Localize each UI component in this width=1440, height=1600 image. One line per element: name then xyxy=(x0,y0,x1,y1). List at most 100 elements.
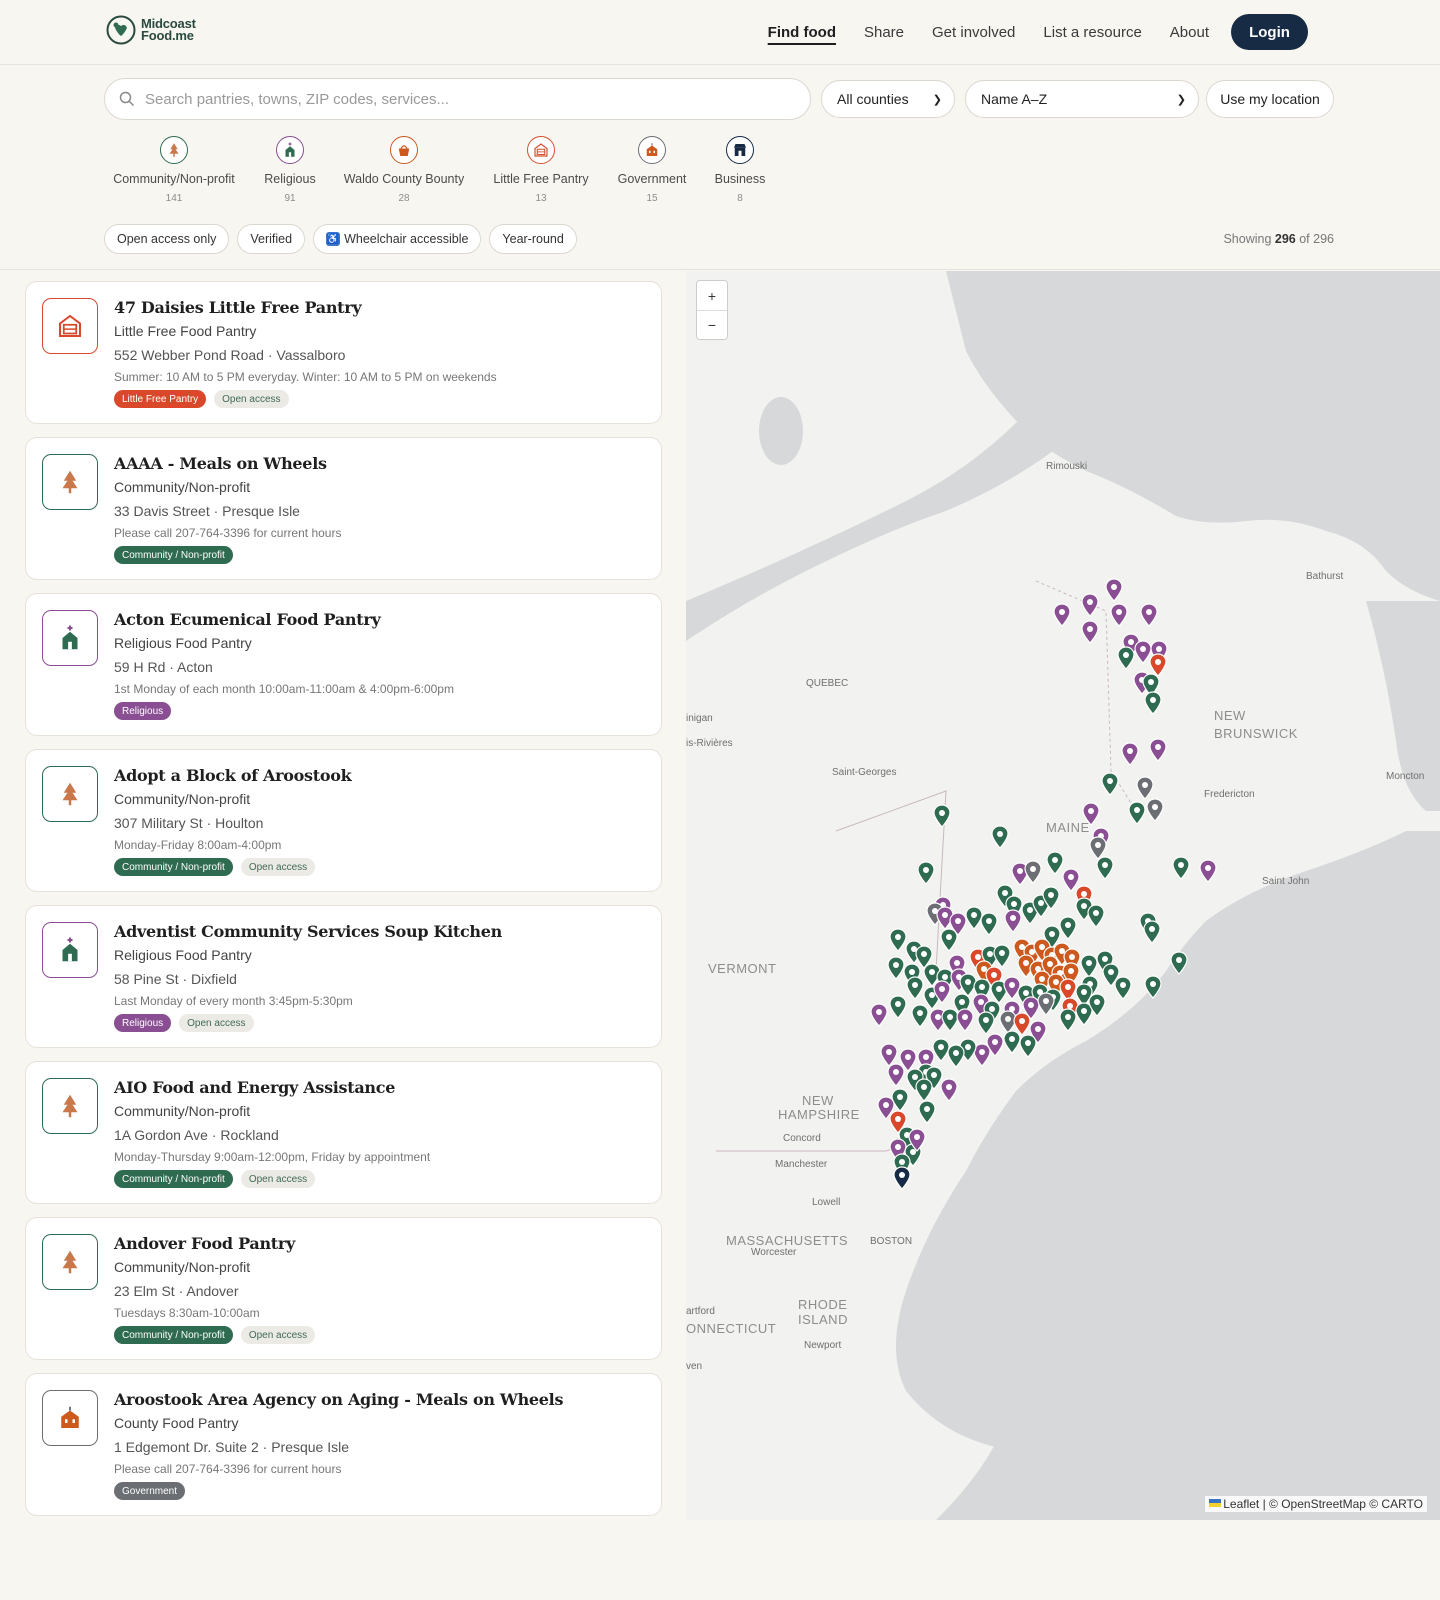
map-pin[interactable] xyxy=(870,1003,888,1027)
map-pin[interactable] xyxy=(1117,646,1135,670)
listing-card[interactable]: Acton Ecumenical Food Pantry Religious F… xyxy=(25,593,662,736)
map-pin[interactable] xyxy=(889,995,907,1019)
map-pin[interactable] xyxy=(1037,992,1055,1016)
listing-card[interactable]: Andover Food Pantry Community/Non-profit… xyxy=(25,1217,662,1360)
county-select[interactable]: All counties ❯ xyxy=(821,80,955,118)
map-pin[interactable] xyxy=(1144,975,1162,999)
map-pin[interactable] xyxy=(891,1088,909,1112)
map-panel[interactable]: Rimouski Bathurst QUEBEC NEW BRUNSWICK inigan… xyxy=(686,271,1440,1520)
chip-open-access[interactable]: Open access only xyxy=(104,224,230,254)
category-filter-business[interactable]: Business 8 xyxy=(670,136,810,204)
map-pin[interactable] xyxy=(932,1038,950,1062)
map-pin[interactable] xyxy=(1053,603,1071,627)
nav-about[interactable]: About xyxy=(1170,20,1209,45)
map-pin[interactable] xyxy=(1146,798,1164,822)
nav-share[interactable]: Share xyxy=(864,20,904,45)
map-pin[interactable] xyxy=(1062,868,1080,892)
listing-card[interactable]: Adopt a Block of Aroostook Community/Non… xyxy=(25,749,662,892)
nav-get-involved[interactable]: Get involved xyxy=(932,20,1015,45)
listing-name[interactable]: 47 Daisies Little Free Pantry xyxy=(114,298,362,317)
map-pin[interactable] xyxy=(977,1011,995,1035)
map-pin[interactable] xyxy=(1082,802,1100,826)
map-pin[interactable] xyxy=(1121,742,1139,766)
search-input[interactable] xyxy=(145,90,745,108)
map-pin[interactable] xyxy=(1080,954,1098,978)
map-pin[interactable] xyxy=(1143,920,1161,944)
listing-name[interactable]: Adventist Community Services Soup Kitche… xyxy=(114,922,502,941)
map-pin[interactable] xyxy=(991,825,1009,849)
map-pin[interactable] xyxy=(1114,976,1132,1000)
map-pin[interactable] xyxy=(947,1044,965,1068)
map-pin[interactable] xyxy=(1096,856,1114,880)
map-pin[interactable] xyxy=(993,944,1011,968)
map-pin[interactable] xyxy=(911,1004,929,1028)
listing-name[interactable]: AIO Food and Energy Assistance xyxy=(114,1078,395,1097)
map-pin[interactable] xyxy=(1081,593,1099,617)
map-pin[interactable] xyxy=(1101,772,1119,796)
map-pin[interactable] xyxy=(1059,1008,1077,1032)
map-pin[interactable] xyxy=(1110,603,1128,627)
listing-name[interactable]: Andover Food Pantry xyxy=(114,1234,295,1253)
map-pin[interactable] xyxy=(1089,836,1107,860)
use-location-button[interactable]: Use my location xyxy=(1206,80,1334,118)
map-pin[interactable] xyxy=(941,1008,959,1032)
map-pin[interactable] xyxy=(1144,691,1162,715)
sort-select[interactable]: Name A–Z ❯ xyxy=(965,80,1199,118)
map-pin[interactable] xyxy=(1087,904,1105,928)
map-pin[interactable] xyxy=(918,1100,936,1124)
map-pin[interactable] xyxy=(1128,801,1146,825)
chip-year-round[interactable]: Year-round xyxy=(489,224,577,254)
map-pin[interactable] xyxy=(880,1043,898,1067)
map-pin[interactable] xyxy=(1170,951,1188,975)
map-pin[interactable] xyxy=(1003,1030,1021,1054)
map-pin[interactable] xyxy=(1149,653,1167,677)
search-box[interactable] xyxy=(104,78,811,120)
map-pin[interactable] xyxy=(940,1078,958,1102)
listing-name[interactable]: Aroostook Area Agency on Aging - Meals o… xyxy=(114,1390,563,1409)
nav-list-resource[interactable]: List a resource xyxy=(1043,20,1141,45)
listing-name[interactable]: Acton Ecumenical Food Pantry xyxy=(114,610,381,629)
map-pin[interactable] xyxy=(1172,856,1190,880)
nav-find-food[interactable]: Find food xyxy=(768,20,836,45)
site-logo[interactable]: Midcoast Food.me xyxy=(106,15,196,45)
map-pin[interactable] xyxy=(889,928,907,952)
listing-address: 33 Davis Street · Presque Isle xyxy=(114,503,300,519)
map-pin[interactable] xyxy=(1024,860,1042,884)
map-pin[interactable] xyxy=(1105,578,1123,602)
map-pin[interactable] xyxy=(1019,1034,1037,1058)
listing-name[interactable]: Adopt a Block of Aroostook xyxy=(114,766,352,785)
chip-verified[interactable]: Verified xyxy=(237,224,306,254)
chip-wheelchair[interactable]: ♿ Wheelchair accessible xyxy=(313,224,482,254)
map-pin[interactable] xyxy=(933,804,951,828)
map-pin[interactable] xyxy=(915,1078,933,1102)
map-pin[interactable] xyxy=(1059,916,1077,940)
map-pin[interactable] xyxy=(887,956,905,980)
map-pin[interactable] xyxy=(1046,851,1064,875)
category-filter-waldo-county-bounty[interactable]: Waldo County Bounty 28 xyxy=(334,136,474,204)
map-pin[interactable] xyxy=(956,1008,974,1032)
listing-card[interactable]: AIO Food and Energy Assistance Community… xyxy=(25,1061,662,1204)
zoom-in-button[interactable]: + xyxy=(697,281,727,310)
map-pin[interactable] xyxy=(980,912,998,936)
map-pin[interactable] xyxy=(1003,976,1021,1000)
map-pin[interactable] xyxy=(1004,909,1022,933)
listing-card[interactable]: 47 Daisies Little Free Pantry Little Fre… xyxy=(25,281,662,424)
map-pin[interactable] xyxy=(1134,640,1152,664)
listing-card[interactable]: Aroostook Area Agency on Aging - Meals o… xyxy=(25,1373,662,1516)
map-pin[interactable] xyxy=(1199,859,1217,883)
listing-name[interactable]: AAAA - Meals on Wheels xyxy=(114,454,327,473)
listing-card[interactable]: Adventist Community Services Soup Kitche… xyxy=(25,905,662,1048)
map-pin[interactable] xyxy=(887,1063,905,1087)
map-pin[interactable] xyxy=(1149,738,1167,762)
map-pin[interactable] xyxy=(940,928,958,952)
map-pin[interactable] xyxy=(965,906,983,930)
listing-card[interactable]: AAAA - Meals on Wheels Community/Non-pro… xyxy=(25,437,662,580)
map-pin[interactable] xyxy=(893,1166,911,1190)
map-pin[interactable] xyxy=(1136,776,1154,800)
login-button[interactable]: Login xyxy=(1231,14,1308,50)
map-pin[interactable] xyxy=(1140,603,1158,627)
zoom-out-button[interactable]: − xyxy=(697,310,727,339)
map-pin[interactable] xyxy=(1081,620,1099,644)
map-pin[interactable] xyxy=(906,976,924,1000)
map-pin[interactable] xyxy=(917,861,935,885)
